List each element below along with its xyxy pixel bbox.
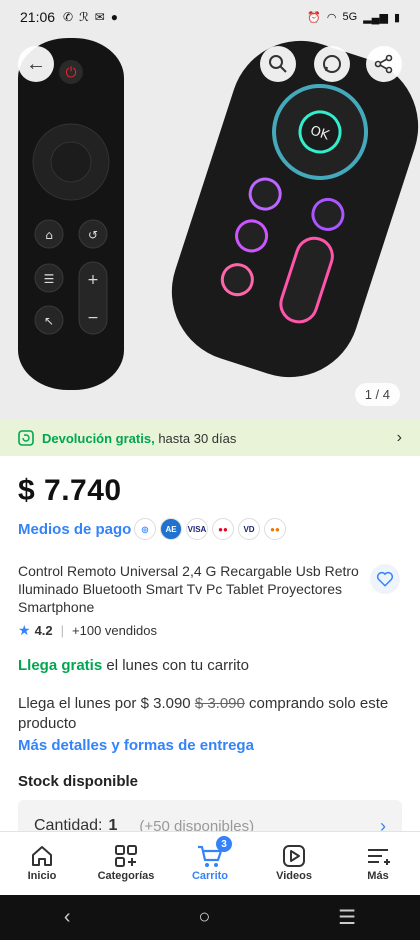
product-image-remote-front: ⏻ ⌂ ↺ ☰ ↖ + − <box>18 38 124 390</box>
svg-text:↺: ↺ <box>88 228 98 242</box>
whatsapp-icon: ✆ <box>63 10 74 24</box>
signal-icon: ▂▄▆ <box>363 11 388 24</box>
app-icon: ℛ <box>79 10 89 24</box>
notification-icons: ✆ ℛ ✉ ● <box>63 10 118 24</box>
nav-videos-label: Videos <box>276 870 312 882</box>
paid-shipping-line: Llega el lunes por $ 3.090 $ 3.090 compr… <box>18 694 398 734</box>
nav-categories[interactable]: Categorías <box>84 832 168 895</box>
svg-text:⏻: ⏻ <box>65 65 76 81</box>
return-icon <box>18 430 34 446</box>
system-icons: ⏰ ◠ 5G ▂▄▆ ▮ <box>307 11 400 24</box>
visa-icon: VISA <box>186 518 208 540</box>
svg-text:⌂: ⌂ <box>45 228 53 242</box>
arrow-left-icon: ← <box>26 52 46 75</box>
returns-banner[interactable]: Devolución gratis, hasta 30 días › <box>0 420 420 456</box>
battery-icon: ▮ <box>393 11 400 24</box>
share-button[interactable] <box>366 46 402 82</box>
svg-text:+: + <box>87 272 99 288</box>
svg-text:↖: ↖ <box>44 314 54 328</box>
search-icon <box>269 55 287 73</box>
search-button[interactable] <box>260 46 296 82</box>
returns-highlight: Devolución gratis, <box>42 430 155 446</box>
heart-icon <box>376 571 394 587</box>
mail-icon: ✉ <box>94 10 105 24</box>
nav-cart-label: Carrito <box>191 870 229 882</box>
cart-icon: 3 <box>196 836 232 870</box>
gallery-counter: 1 / 4 <box>354 383 400 406</box>
stock-title: Stock disponible <box>18 773 139 790</box>
rating-row[interactable]: ★ 4.2 | +100 vendidos <box>18 622 157 639</box>
free-shipping-line: Llega gratis el lunes con tu carrito <box>18 657 249 674</box>
product-price: $ 7.740 <box>18 474 122 507</box>
home-icon <box>29 842 55 870</box>
visa-debit-icon: VD <box>238 518 260 540</box>
rating-value: 4.2 <box>34 623 53 638</box>
nav-more[interactable]: Más <box>336 832 420 895</box>
amex-icon: AE <box>160 518 182 540</box>
system-nav-bar: ‹ ○ ☰ <box>0 895 420 940</box>
mercadopago-icon: ◎ <box>134 518 156 540</box>
paid-shipping-old-price: $ 3.090 <box>194 695 245 712</box>
payment-methods-link[interactable]: Medios de pago <box>18 521 131 538</box>
free-shipping-label: Llega gratis <box>18 657 103 674</box>
divider: | <box>60 623 65 638</box>
system-recents-button[interactable]: ☰ <box>338 905 356 930</box>
nav-more-label: Más <box>367 870 389 882</box>
back-button[interactable]: ← <box>18 46 54 82</box>
paid-shipping-prefix: Llega el lunes por <box>18 695 141 712</box>
system-home-button[interactable]: ○ <box>198 906 210 929</box>
returns-text: hasta 30 días <box>154 430 237 446</box>
svg-text:☰: ☰ <box>44 272 55 286</box>
remote-front-drawing: ⏻ ⌂ ↺ ☰ ↖ + − <box>32 60 110 335</box>
system-back-button[interactable]: ‹ <box>64 906 71 929</box>
free-shipping-text: el lunes con tu carrito <box>102 657 249 674</box>
remote-lit-drawing: OK <box>220 83 369 324</box>
chevron-right-icon: › <box>396 429 402 446</box>
sold-count: +100 vendidos <box>72 623 157 638</box>
share-icon <box>374 54 393 74</box>
maestro-icon: ●● <box>264 518 286 540</box>
categories-icon <box>113 842 139 870</box>
mastercard-icon: ●● <box>212 518 234 540</box>
favorite-button[interactable] <box>370 564 400 594</box>
payment-icons: ◎ AE VISA ●● VD ●● <box>134 518 286 540</box>
network-type: 5G <box>342 11 358 23</box>
status-time: 21:06 <box>20 9 56 25</box>
paid-shipping-price: $ 3.090 <box>140 695 191 712</box>
cart-badge: 3 <box>216 836 232 852</box>
svg-text:−: − <box>87 310 99 326</box>
whatsapp-icon <box>323 55 341 73</box>
star-icon: ★ <box>18 622 31 638</box>
product-image-remote-lit: OK <box>153 34 420 396</box>
nav-home[interactable]: Inicio <box>0 832 84 895</box>
status-bar: 21:06 ✆ ℛ ✉ ● ⏰ ◠ 5G ▂▄▆ ▮ <box>0 0 420 34</box>
wifi-icon: ◠ <box>326 11 337 24</box>
menu-icon <box>365 842 391 870</box>
nav-home-label: Inicio <box>27 870 57 882</box>
alarm-icon: ⏰ <box>307 11 321 24</box>
dot-icon: ● <box>110 10 118 24</box>
nav-cart[interactable]: 3 Carrito <box>168 832 252 895</box>
whatsapp-share-button[interactable] <box>314 46 350 82</box>
product-gallery[interactable]: ⏻ ⌂ ↺ ☰ ↖ + − OK ← 1 / 4 <box>0 34 420 420</box>
play-icon <box>281 842 307 870</box>
nav-categories-label: Categorías <box>97 870 155 882</box>
product-title: Control Remoto Universal 2,4 G Recargabl… <box>18 563 359 615</box>
bottom-nav: Inicio Categorías 3 Carrito Videos Más <box>0 831 420 895</box>
shipping-details-link[interactable]: Más detalles y formas de entrega <box>18 737 254 754</box>
nav-videos[interactable]: Videos <box>252 832 336 895</box>
